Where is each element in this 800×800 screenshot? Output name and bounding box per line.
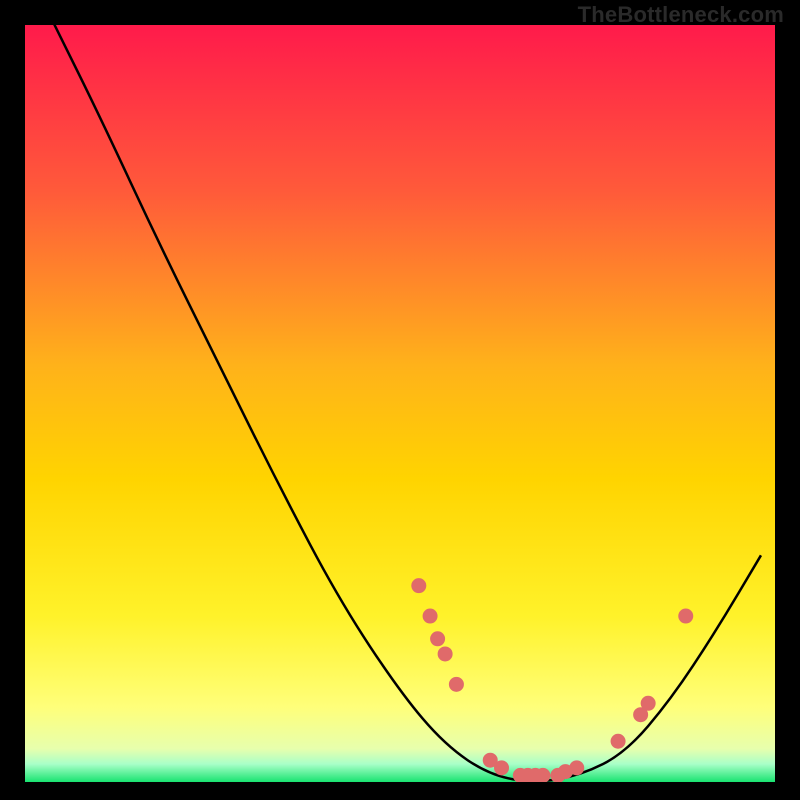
data-point-marker [535,768,550,783]
data-point-marker [411,578,426,593]
data-point-marker [611,734,626,749]
data-point-marker [449,677,464,692]
bottleneck-curve-chart [0,0,800,800]
data-point-marker [569,760,584,775]
data-point-marker [423,609,438,624]
chart-container: TheBottleneck.com [0,0,800,800]
data-point-marker [430,631,445,646]
watermark-text: TheBottleneck.com [578,2,784,28]
data-point-marker [678,609,693,624]
data-point-marker [494,760,509,775]
data-point-marker [641,696,656,711]
data-point-marker [438,646,453,661]
gradient-plot-area [24,24,776,783]
